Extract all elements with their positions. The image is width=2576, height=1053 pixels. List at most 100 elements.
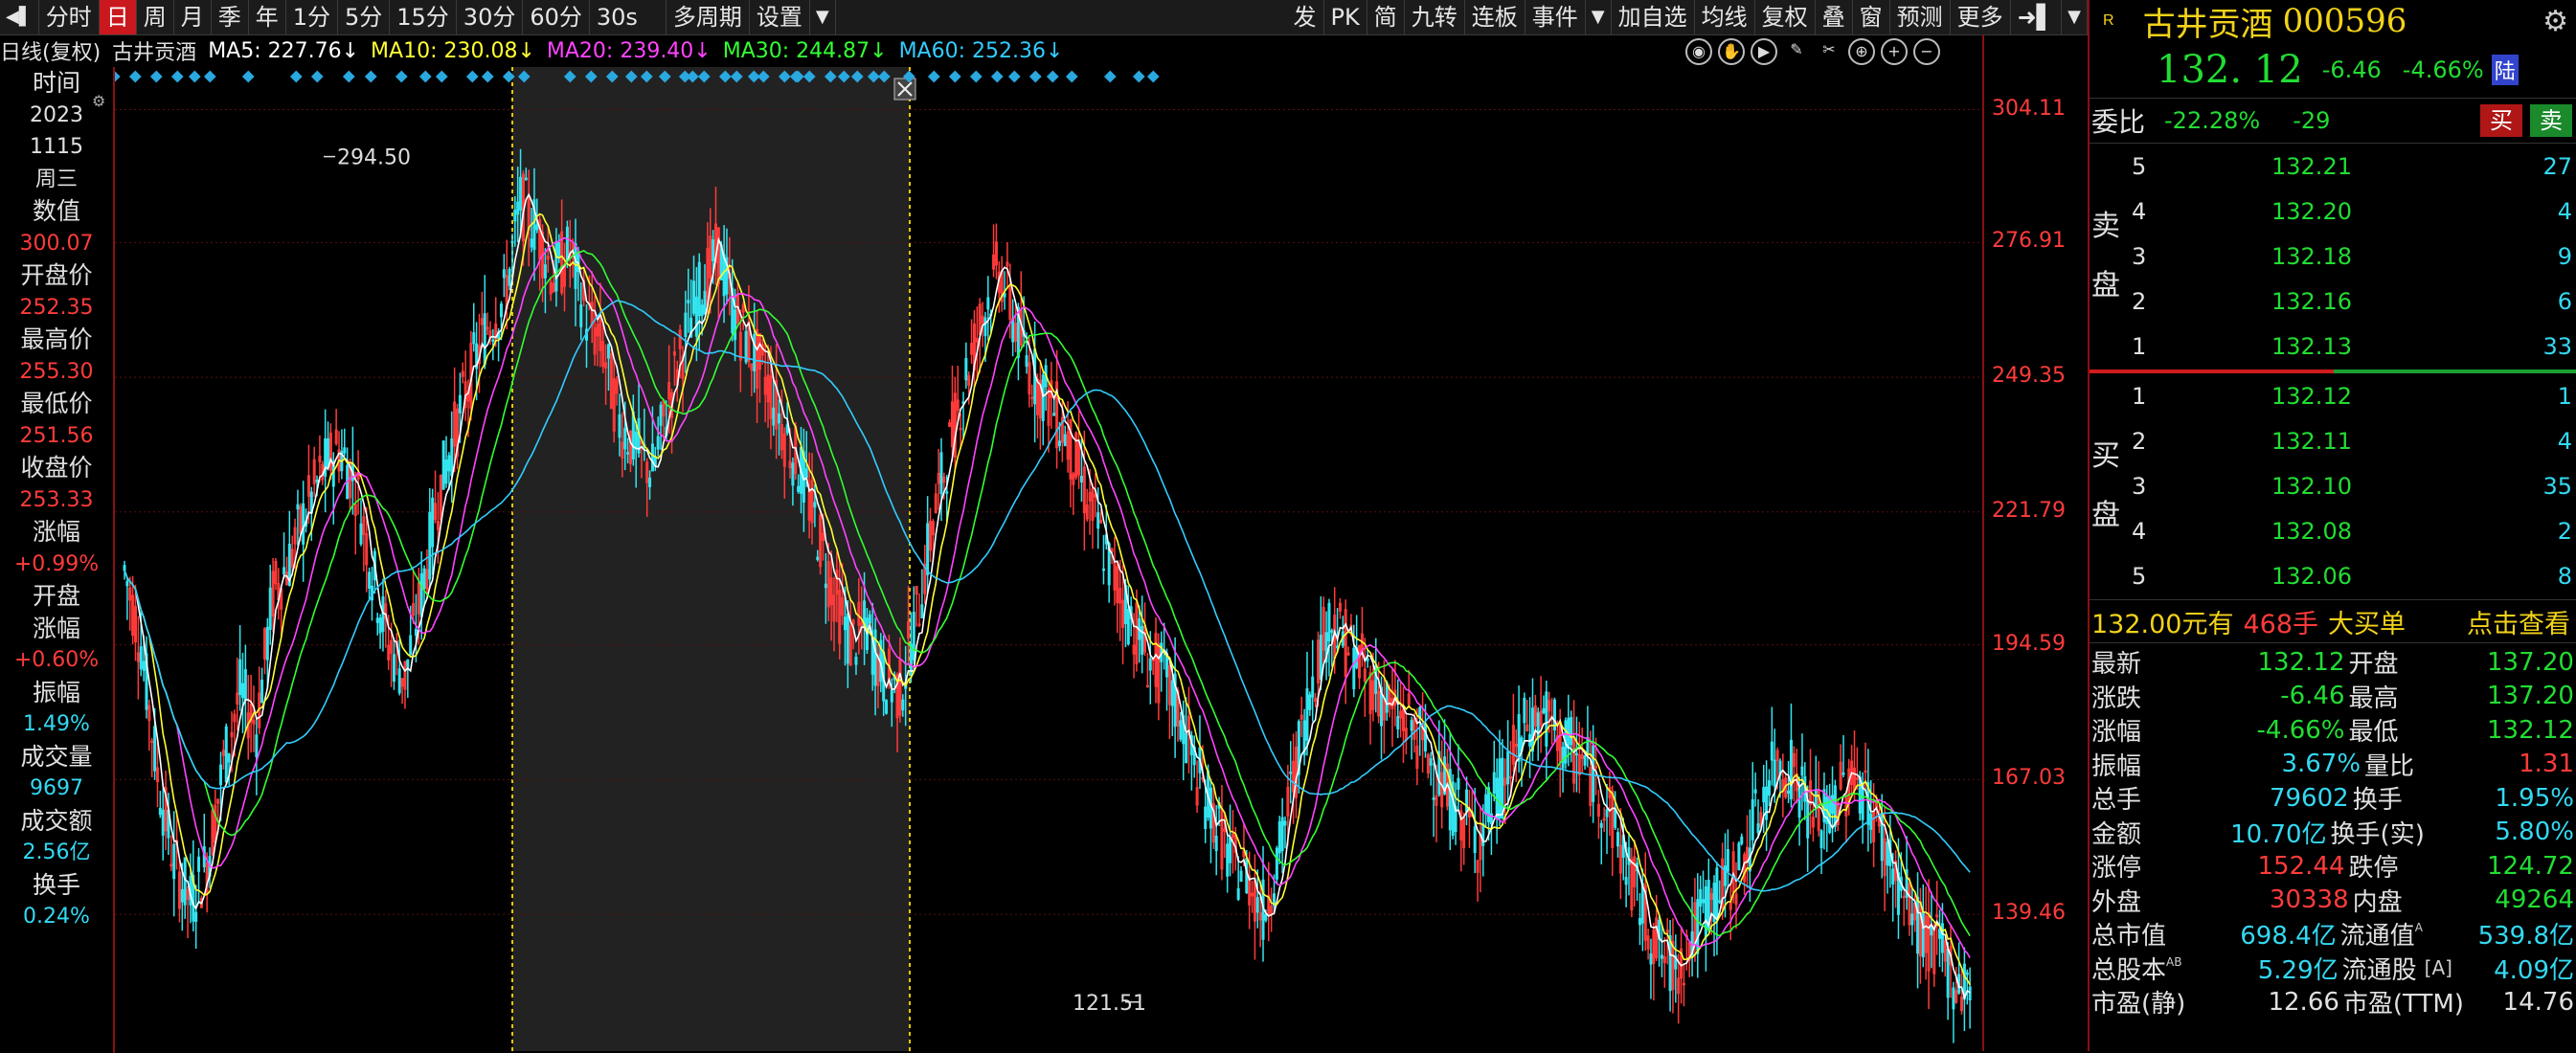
event-marker[interactable]	[435, 70, 448, 83]
period-label[interactable]: 日线(复权)	[0, 35, 101, 66]
y-tick-label: 194.59	[1992, 631, 2066, 656]
tab-period-9[interactable]: 30分	[457, 0, 524, 34]
candle-body	[1930, 926, 1933, 936]
event-marker[interactable]	[342, 70, 355, 83]
tab-period-8[interactable]: 15分	[390, 0, 457, 34]
event-marker[interactable]	[149, 70, 163, 83]
candle-body	[260, 679, 264, 704]
event-marker[interactable]	[1103, 70, 1117, 83]
back-icon[interactable]: ◀▌	[0, 0, 39, 34]
info-label: 最高价	[20, 325, 93, 353]
tool-button-2[interactable]: 简	[1367, 0, 1405, 34]
zoom-in-icon[interactable]: +	[1881, 38, 1908, 65]
bid-row[interactable]: 5 132.06 8	[2090, 554, 2576, 599]
tab-period-4[interactable]: 季	[212, 0, 249, 34]
info-value: 300.07	[19, 231, 94, 256]
events-dropdown-icon[interactable]: ▼	[1586, 0, 1612, 34]
stat-value: 14.76	[2502, 987, 2574, 1017]
tab-period-13[interactable]: 设置	[750, 0, 810, 34]
event-marker[interactable]	[1146, 70, 1160, 83]
tab-period-6[interactable]: 1分	[286, 0, 338, 34]
tab-period-1[interactable]: 日	[99, 0, 137, 34]
scissors-icon[interactable]: ✂	[1816, 38, 1842, 65]
event-marker[interactable]	[241, 70, 255, 83]
bid-row[interactable]: 4 132.08 2	[2090, 509, 2576, 554]
ask-row[interactable]: 5 132.21 27	[2090, 144, 2576, 189]
export-icon[interactable]: ➜▌	[2011, 0, 2063, 34]
tool-button-5[interactable]: 事件	[1525, 0, 1586, 34]
event-marker[interactable]	[128, 70, 142, 83]
tab-period-5[interactable]: 年	[249, 0, 286, 34]
event-marker[interactable]	[1028, 70, 1042, 83]
event-marker[interactable]	[310, 70, 324, 83]
event-marker[interactable]	[115, 70, 121, 83]
tool-button-11[interactable]: 预测	[1890, 0, 1951, 34]
tool-button-8[interactable]: 复权	[1755, 0, 1816, 34]
event-marker[interactable]	[1007, 70, 1021, 83]
panel-settings-icon[interactable]: ⚙	[92, 92, 105, 110]
tool-button-7[interactable]: 均线	[1695, 0, 1755, 34]
ask-row[interactable]: 2 132.16 6	[2090, 280, 2576, 325]
tab-period-7[interactable]: 5分	[338, 0, 391, 34]
stat-value: 137.20	[2487, 682, 2574, 711]
gear-icon[interactable]: ⚙	[2542, 5, 2568, 38]
buy-button[interactable]: 买	[2480, 104, 2522, 137]
tool-button-3[interactable]: 九转	[1405, 0, 1465, 34]
stat-sup: [A]	[2424, 956, 2452, 980]
event-marker[interactable]	[188, 70, 201, 83]
candle-body	[1126, 609, 1130, 645]
zoom-out-icon[interactable]: −	[1913, 38, 1940, 65]
candle-body	[1465, 789, 1469, 813]
event-marker[interactable]	[203, 70, 216, 83]
bid-row[interactable]: 1 132.12 1	[2090, 373, 2576, 418]
tool-button-9[interactable]: 叠	[1816, 0, 1853, 34]
event-marker[interactable]	[1132, 70, 1145, 83]
event-marker[interactable]	[948, 70, 961, 83]
candle-body	[846, 613, 849, 664]
candle-body	[648, 477, 652, 487]
dropdown-chevron-icon[interactable]: ▼	[810, 0, 836, 34]
event-marker[interactable]	[289, 70, 303, 83]
kline-chart[interactable]: 294.50 121.51	[115, 67, 1982, 1051]
tool-button-6[interactable]: 加自选	[1612, 0, 1695, 34]
event-marker[interactable]	[418, 70, 432, 83]
target-icon[interactable]: ⊕	[1848, 38, 1875, 65]
tab-period-0[interactable]: 分时	[39, 0, 100, 34]
tool-button-1[interactable]: PK	[1324, 0, 1367, 34]
big-order-link[interactable]: 点击查看	[2467, 603, 2570, 640]
tab-period-3[interactable]: 月	[174, 0, 212, 34]
eye-icon[interactable]: ◉	[1685, 38, 1712, 65]
ask-row[interactable]: 3 132.18 9	[2090, 234, 2576, 279]
tool-button-12[interactable]: 更多	[1951, 0, 2011, 34]
tool-button-4[interactable]: 连板	[1465, 0, 1525, 34]
event-marker[interactable]	[927, 70, 940, 83]
tool-button-0[interactable]: 发	[1287, 0, 1324, 34]
more-dropdown-icon[interactable]: ▼	[2062, 0, 2088, 34]
event-marker[interactable]	[481, 70, 494, 83]
tool-button-10[interactable]: 窗	[1853, 0, 1890, 34]
tab-period-11[interactable]: 30s	[590, 0, 667, 34]
event-marker[interactable]	[395, 70, 408, 83]
order-price: 132.13	[2271, 333, 2352, 361]
tab-period-2[interactable]: 周	[137, 0, 174, 34]
brush-icon[interactable]: ✎	[1783, 38, 1810, 65]
event-marker[interactable]	[969, 70, 983, 83]
play-icon[interactable]: ▶	[1751, 38, 1777, 65]
ask-row[interactable]: 1 132.13 33	[2090, 325, 2576, 370]
ma5-line	[124, 192, 1971, 1000]
sell-button[interactable]: 卖	[2530, 104, 2572, 137]
tab-period-12[interactable]: 多周期	[667, 0, 750, 34]
bid-row[interactable]: 2 132.11 4	[2090, 418, 2576, 463]
hand-icon[interactable]: ✋	[1718, 38, 1745, 65]
event-marker[interactable]	[990, 70, 1004, 83]
event-marker[interactable]	[170, 70, 184, 83]
event-marker[interactable]	[364, 70, 377, 83]
bid-row[interactable]: 3 132.10 35	[2090, 463, 2576, 508]
event-marker[interactable]	[1046, 70, 1059, 83]
event-marker[interactable]	[465, 70, 479, 83]
event-marker[interactable]	[1065, 70, 1078, 83]
ask-row[interactable]: 4 132.20 4	[2090, 189, 2576, 234]
big-order-row[interactable]: 132.00元有 468手 大买单 点击查看	[2090, 599, 2576, 643]
tab-period-10[interactable]: 60分	[523, 0, 590, 34]
close-range-icon[interactable]	[893, 78, 916, 101]
